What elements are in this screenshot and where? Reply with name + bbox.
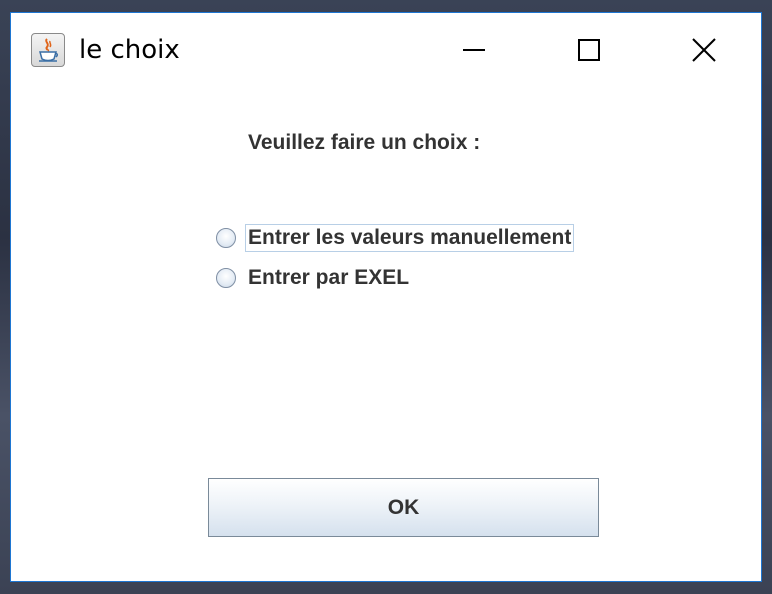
dialog-window: le choix Veuillez faire un choix : Entre… bbox=[10, 12, 762, 582]
minimize-icon bbox=[462, 49, 485, 51]
close-icon bbox=[691, 38, 716, 62]
window-title: le choix bbox=[79, 35, 180, 65]
radio-label-exel: Entrer par EXEL bbox=[248, 266, 410, 289]
title-bar[interactable]: le choix bbox=[11, 13, 761, 87]
radio-button-icon[interactable] bbox=[216, 268, 236, 288]
radio-option-manual[interactable]: Entrer les valeurs manuellement bbox=[216, 223, 575, 253]
prompt-label: Veuillez faire un choix : bbox=[248, 131, 481, 154]
close-button[interactable] bbox=[646, 13, 761, 87]
java-cup-icon[interactable] bbox=[31, 33, 65, 67]
ok-button[interactable]: OK bbox=[208, 478, 599, 537]
minimize-button[interactable] bbox=[416, 13, 531, 87]
radio-option-exel[interactable]: Entrer par EXEL bbox=[216, 263, 411, 293]
radio-label-manual: Entrer les valeurs manuellement bbox=[244, 224, 575, 252]
maximize-button[interactable] bbox=[531, 13, 646, 87]
maximize-icon bbox=[577, 39, 600, 61]
dialog-content: Veuillez faire un choix : Entrer les val… bbox=[11, 87, 761, 581]
radio-button-icon[interactable] bbox=[216, 228, 236, 248]
